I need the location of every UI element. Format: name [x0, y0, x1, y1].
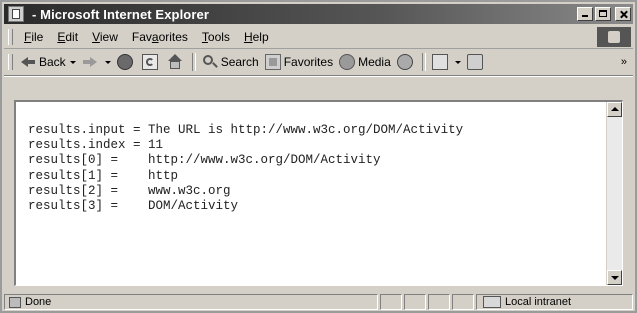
status-bar: Done Local intranet	[4, 293, 633, 311]
close-button[interactable]	[615, 7, 631, 21]
toolbar-grip	[8, 54, 13, 70]
mail-icon	[431, 54, 448, 70]
intranet-zone-icon	[483, 296, 501, 308]
status-cell	[428, 294, 450, 310]
menu-favorites[interactable]: Favaorites	[125, 30, 195, 44]
back-arrow-icon	[20, 54, 36, 70]
favorites-icon	[264, 54, 281, 70]
output-line: results[3] = DOM/Activity	[28, 199, 239, 214]
forward-dropdown-icon[interactable]	[104, 60, 111, 64]
home-icon	[167, 54, 183, 70]
search-icon	[202, 54, 218, 70]
vertical-scrollbar[interactable]	[606, 102, 622, 285]
output-line: results[2] = www.w3c.org	[28, 183, 231, 198]
history-icon	[396, 54, 413, 70]
output-line: results[1] = http	[28, 168, 179, 183]
browser-window: - Microsoft Internet Explorer File Edit …	[0, 0, 637, 313]
search-button[interactable]: Search	[199, 54, 262, 70]
favorites-button[interactable]: Favorites	[262, 54, 336, 70]
stop-button[interactable]	[114, 54, 139, 70]
media-button[interactable]: Media	[336, 54, 394, 70]
print-button[interactable]	[464, 54, 489, 70]
window-title: - Microsoft Internet Explorer	[32, 6, 209, 22]
status-panel: Done	[4, 294, 378, 310]
back-dropdown-icon[interactable]	[69, 60, 76, 64]
menu-edit[interactable]: Edit	[50, 30, 85, 44]
forward-button[interactable]	[79, 54, 114, 70]
media-label: Media	[358, 55, 391, 69]
page-content: results.input = The URL is http://www.w3…	[14, 100, 623, 286]
standard-toolbar: Back Search Favorites Media »	[4, 49, 633, 76]
media-icon	[339, 54, 356, 70]
menu-grip	[8, 29, 13, 45]
search-label: Search	[220, 55, 259, 69]
page-icon[interactable]	[8, 6, 24, 22]
output-line: results[0] = http://www.w3c.org/DOM/Acti…	[28, 153, 381, 168]
results-output: results.input = The URL is http://www.w3…	[28, 123, 463, 214]
window-controls	[577, 7, 631, 21]
menu-view[interactable]: View	[85, 30, 125, 44]
security-zone[interactable]: Local intranet	[476, 294, 633, 310]
toolbar-overflow-button[interactable]: »	[621, 56, 633, 68]
favorites-label: Favorites	[283, 55, 334, 69]
back-button[interactable]: Back	[17, 54, 79, 70]
title-bar: - Microsoft Internet Explorer	[4, 4, 633, 24]
menu-tools[interactable]: Tools	[195, 30, 237, 44]
stop-icon	[116, 54, 133, 70]
home-button[interactable]	[164, 54, 189, 70]
status-cell	[452, 294, 474, 310]
forward-arrow-icon	[82, 54, 98, 70]
page-status-icon	[9, 296, 21, 308]
menu-file[interactable]: File	[17, 30, 50, 44]
minimize-button[interactable]	[577, 7, 593, 21]
scroll-up-icon[interactable]	[607, 102, 622, 117]
toolbar-separator	[421, 53, 426, 71]
toolbar-separator	[191, 53, 196, 71]
mail-dropdown-icon[interactable]	[454, 60, 461, 64]
menu-help[interactable]: Help	[237, 30, 276, 44]
ie-logo-icon	[597, 27, 631, 47]
refresh-icon	[141, 54, 158, 70]
menu-bar: File Edit View Favaorites Tools Help	[4, 26, 633, 49]
back-label: Back	[39, 55, 66, 69]
history-button[interactable]	[394, 54, 419, 70]
output-line: results.input = The URL is http://www.w3…	[28, 123, 464, 137]
zone-label: Local intranet	[505, 296, 572, 308]
maximize-button[interactable]	[595, 7, 611, 21]
refresh-button[interactable]	[139, 54, 164, 70]
scroll-down-icon[interactable]	[607, 270, 622, 285]
status-cell	[404, 294, 426, 310]
status-text: Done	[25, 296, 52, 308]
mail-button[interactable]	[429, 54, 464, 70]
output-line: results.index = 11	[28, 138, 164, 153]
print-icon	[466, 54, 483, 70]
status-cell	[380, 294, 402, 310]
